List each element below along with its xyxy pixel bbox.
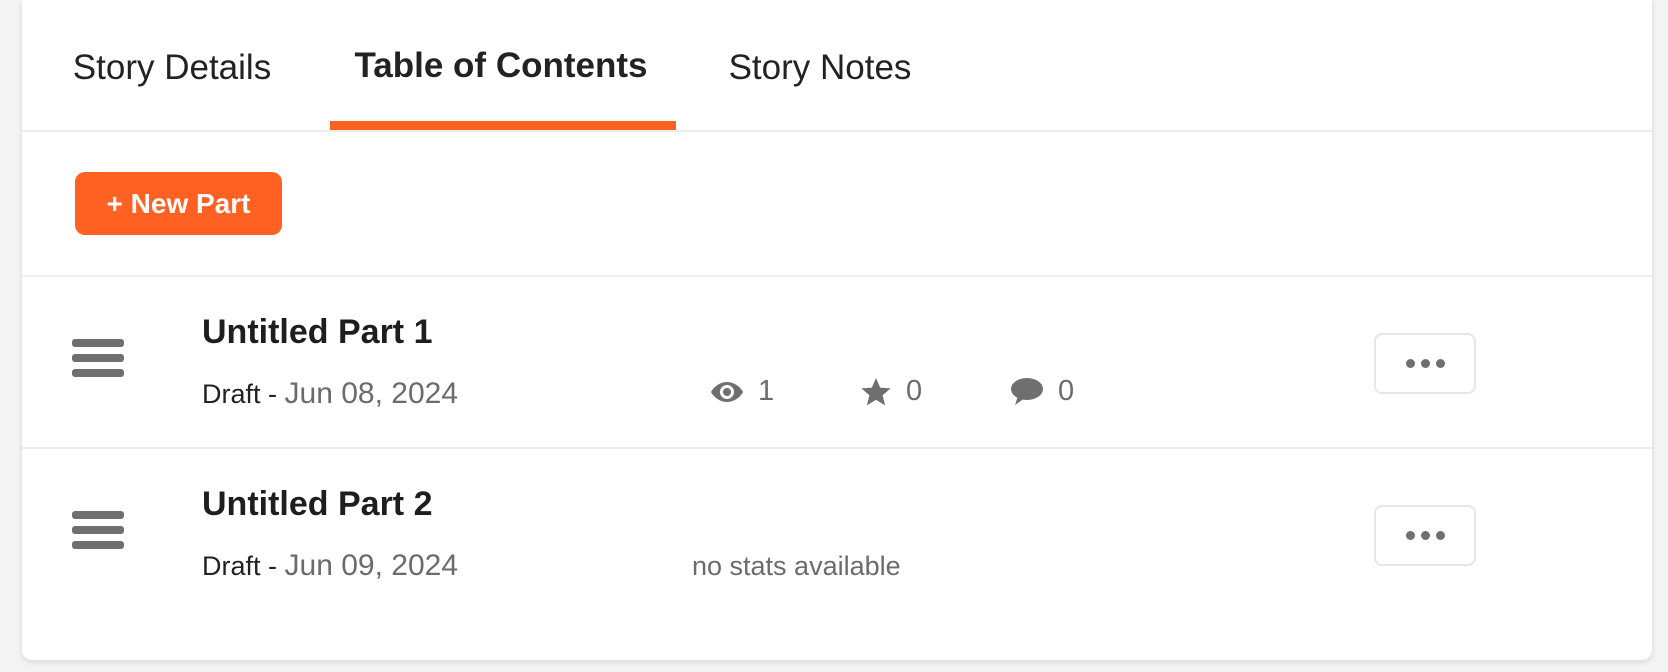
comments-count: 0: [1058, 375, 1075, 407]
tab-story-details[interactable]: Story Details: [66, 0, 278, 132]
part-row: Untitled Part 2 Draft - Jun 09, 2024 no …: [22, 449, 1652, 621]
tab-bar: Story Details Table of Contents Story No…: [22, 0, 1652, 132]
part-title[interactable]: Untitled Part 2: [202, 485, 432, 524]
part-meta-separator: -: [260, 551, 285, 581]
more-options-button[interactable]: [1374, 333, 1476, 394]
drag-handle-icon[interactable]: [72, 339, 124, 379]
part-status: Draft: [202, 551, 261, 581]
story-editor-card: Story Details Table of Contents Story No…: [22, 0, 1652, 660]
star-icon: [860, 377, 892, 407]
toc-toolbar: + New Part: [22, 132, 1652, 277]
part-row: Untitled Part 1 Draft - Jun 08, 2024 1 0: [22, 277, 1652, 449]
tab-story-notes[interactable]: Story Notes: [722, 0, 918, 132]
new-part-button[interactable]: + New Part: [75, 172, 282, 235]
reads-count: 1: [758, 375, 775, 407]
part-title[interactable]: Untitled Part 1: [202, 313, 432, 352]
tab-table-of-contents-label: Table of Contents: [354, 46, 648, 85]
active-tab-indicator: [330, 121, 676, 130]
part-date: Jun 08, 2024: [284, 377, 458, 410]
no-stats-text: no stats available: [692, 551, 901, 581]
more-options-icon: [1405, 531, 1415, 540]
tab-story-details-label: Story Details: [72, 48, 272, 87]
part-status: Draft: [202, 379, 261, 409]
more-options-icon: [1405, 359, 1415, 368]
votes-count: 0: [906, 375, 923, 407]
comment-icon: [1010, 377, 1044, 407]
tab-table-of-contents[interactable]: Table of Contents: [328, 0, 674, 132]
part-meta: Draft - Jun 09, 2024: [202, 549, 458, 583]
part-meta: Draft - Jun 08, 2024: [202, 377, 458, 411]
eye-icon: [710, 379, 744, 405]
comments-stat: 0: [1010, 375, 1074, 408]
reads-stat: 1: [710, 375, 774, 408]
more-options-button[interactable]: [1374, 505, 1476, 566]
votes-stat: 0: [860, 375, 922, 408]
part-date: Jun 09, 2024: [284, 549, 458, 582]
tab-story-notes-label: Story Notes: [728, 48, 912, 87]
drag-handle-icon[interactable]: [72, 511, 124, 551]
part-meta-separator: -: [260, 379, 285, 409]
